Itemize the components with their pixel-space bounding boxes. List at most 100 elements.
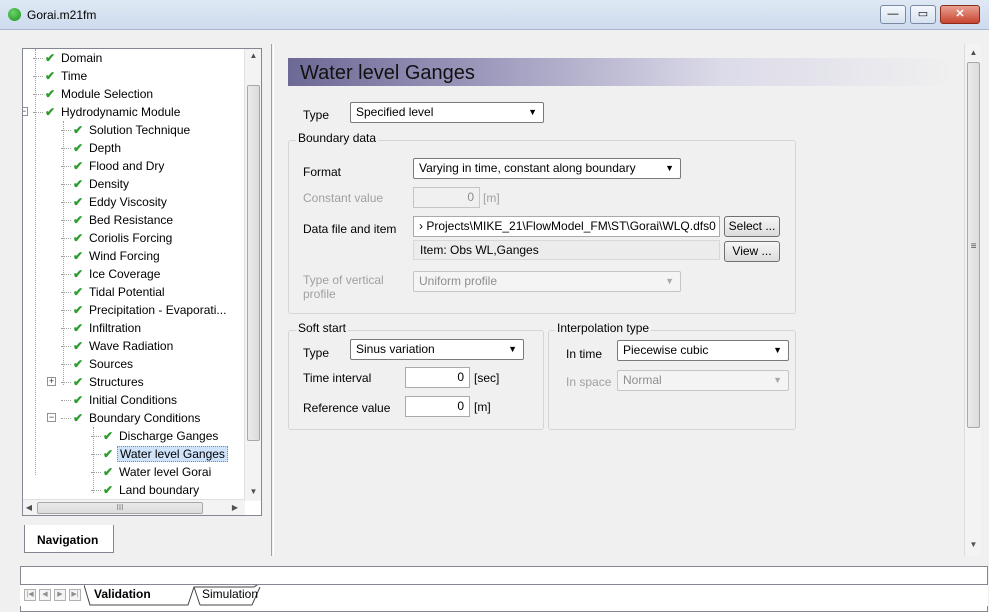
tree-item[interactable]: ✔ Wave Radiation: [73, 337, 175, 355]
tree-item[interactable]: ✔ Solution Technique: [73, 121, 192, 139]
tree-line: [61, 418, 71, 419]
tree-line: [61, 202, 71, 203]
tree-item-label: Structures: [89, 375, 144, 389]
prev-tab-icon[interactable]: ◀: [39, 589, 51, 601]
collapse-icon[interactable]: −: [47, 413, 56, 422]
tree-item[interactable]: ✔ Water level Gorai: [103, 463, 213, 481]
chevron-down-icon: ▼: [528, 107, 537, 117]
reference-value-field[interactable]: 0: [405, 396, 470, 417]
in-time-label: In time: [566, 347, 603, 361]
scroll-right-icon[interactable]: ▶: [229, 503, 241, 512]
next-tab-icon[interactable]: ▶: [54, 589, 66, 601]
tab-navigation[interactable]: Navigation: [24, 525, 114, 553]
tree-line: [61, 382, 71, 383]
scroll-thumb[interactable]: [247, 85, 260, 441]
checkmark-icon: ✔: [73, 357, 84, 371]
tree-item[interactable]: ✔ Wind Forcing: [73, 247, 162, 265]
format-dropdown[interactable]: Varying in time, constant along boundary…: [413, 158, 681, 179]
window-title: Gorai.m21fm: [27, 8, 97, 22]
chevron-down-icon: ▼: [773, 345, 782, 355]
content-vertical-scrollbar[interactable]: ▲ ≡ ▼: [964, 44, 981, 556]
tree-item[interactable]: ✔ Hydrodynamic Module: [45, 103, 182, 121]
tree-item[interactable]: ✔ Initial Conditions: [73, 391, 179, 409]
tree-line: [33, 76, 43, 77]
tab-simulation[interactable]: Simulation: [202, 585, 262, 605]
tree-line: [91, 490, 101, 491]
tree-item[interactable]: ✔ Flood and Dry: [73, 157, 166, 175]
collapse-icon[interactable]: −: [23, 107, 28, 116]
tree-item-label: Water level Ganges: [117, 446, 228, 462]
tree-item-label: Discharge Ganges: [119, 429, 219, 443]
tree-item[interactable]: ✔ Eddy Viscosity: [73, 193, 169, 211]
in-space-dropdown: Normal ▼: [617, 370, 789, 391]
tree-item[interactable]: ✔ Bed Resistance: [73, 211, 175, 229]
in-time-dropdown[interactable]: Piecewise cubic ▼: [617, 340, 789, 361]
last-tab-icon[interactable]: ▶|: [69, 589, 81, 601]
scroll-left-icon[interactable]: ◀: [23, 503, 35, 512]
page-title: Water level Ganges: [288, 58, 956, 86]
tree-horizontal-scrollbar[interactable]: ◀ III ▶: [23, 499, 245, 515]
navigation-tree: ✔ Domain ✔ Time ✔ Module Selection − ✔ Hydrodyna…: [22, 48, 262, 516]
interpolation-title: Interpolation type: [555, 321, 652, 335]
scroll-up-icon[interactable]: ▲: [965, 48, 982, 57]
tree-item[interactable]: ✔ Ice Coverage: [73, 265, 162, 283]
tree-item[interactable]: ✔ Structures: [73, 373, 146, 391]
tree-item-label: Flood and Dry: [89, 159, 165, 173]
tree-item[interactable]: ✔ Time: [45, 67, 89, 85]
tree-item[interactable]: ✔ Boundary Conditions: [73, 409, 202, 427]
view-button[interactable]: View ...: [724, 241, 780, 262]
tree-item[interactable]: ✔ Sources: [73, 355, 135, 373]
time-interval-field[interactable]: 0: [405, 367, 470, 388]
tree-line: [91, 472, 101, 473]
soft-start-type-dropdown[interactable]: Sinus variation ▼: [350, 339, 524, 360]
tree-line: [33, 58, 43, 59]
tree-item-label: Sources: [89, 357, 134, 371]
checkmark-icon: ✔: [73, 195, 84, 209]
checkmark-icon: ✔: [73, 339, 84, 353]
tree-item[interactable]: ✔ Precipitation - Evaporati...: [73, 301, 228, 319]
tab-validation[interactable]: Validation: [94, 585, 188, 605]
maximize-button[interactable]: ▭: [910, 5, 936, 24]
time-interval-label: Time interval: [303, 371, 372, 385]
scroll-up-icon[interactable]: ▲: [245, 51, 261, 60]
select-file-button[interactable]: Select ...: [724, 216, 780, 237]
reference-value-unit: [m]: [474, 400, 491, 414]
tree-line: [61, 310, 71, 311]
minimize-button[interactable]: —: [880, 5, 906, 24]
tree-item-label: Depth: [89, 141, 122, 155]
format-dropdown-value: Varying in time, constant along boundary: [419, 161, 636, 175]
close-button[interactable]: ✕: [940, 5, 980, 24]
sheet-tab-bar: |◀ ◀ ▶ ▶| Validation Simulation: [20, 584, 988, 606]
checkmark-icon: ✔: [45, 87, 56, 101]
tree-item[interactable]: ✔ Water level Ganges: [103, 445, 228, 463]
tree-item[interactable]: ✔ Land boundary: [103, 481, 201, 499]
data-file-field[interactable]: › Projects\MIKE_21\FlowModel_FM\ST\Gorai…: [413, 216, 720, 237]
soft-start-type-value: Sinus variation: [356, 342, 435, 356]
tree-item[interactable]: ✔ Depth: [73, 139, 123, 157]
tree-item[interactable]: ✔ Infiltration: [73, 319, 143, 337]
tree-line: [61, 148, 71, 149]
hscroll-thumb[interactable]: III: [37, 502, 203, 514]
tree-item[interactable]: ✔ Density: [73, 175, 131, 193]
tree-line: [33, 112, 43, 113]
scroll-down-icon[interactable]: ▼: [245, 487, 261, 496]
scroll-down-icon[interactable]: ▼: [965, 540, 982, 549]
expand-icon[interactable]: +: [47, 377, 56, 386]
tree-item[interactable]: ✔ Domain: [45, 49, 104, 67]
type-label: Type: [303, 108, 330, 122]
tree-item[interactable]: ✔ Tidal Potential: [73, 283, 167, 301]
first-tab-icon[interactable]: |◀: [24, 589, 36, 601]
type-dropdown[interactable]: Specified level ▼: [350, 102, 544, 123]
tree-item[interactable]: ✔ Coriolis Forcing: [73, 229, 174, 247]
tree-item[interactable]: ✔ Module Selection: [45, 85, 155, 103]
tree-item-label: Wave Radiation: [89, 339, 174, 353]
tree-item-label: Hydrodynamic Module: [61, 105, 181, 119]
tree-item-label: Bed Resistance: [89, 213, 174, 227]
checkmark-icon: ✔: [73, 321, 84, 335]
tree-item[interactable]: ✔ Discharge Ganges: [103, 427, 220, 445]
chevron-down-icon: ▼: [665, 163, 674, 173]
panel-splitter[interactable]: [271, 44, 274, 556]
tree-vertical-scrollbar[interactable]: ▲ ▼: [244, 49, 261, 501]
tree-item-label: Wind Forcing: [89, 249, 160, 263]
tree-item-label: Coriolis Forcing: [89, 231, 173, 245]
